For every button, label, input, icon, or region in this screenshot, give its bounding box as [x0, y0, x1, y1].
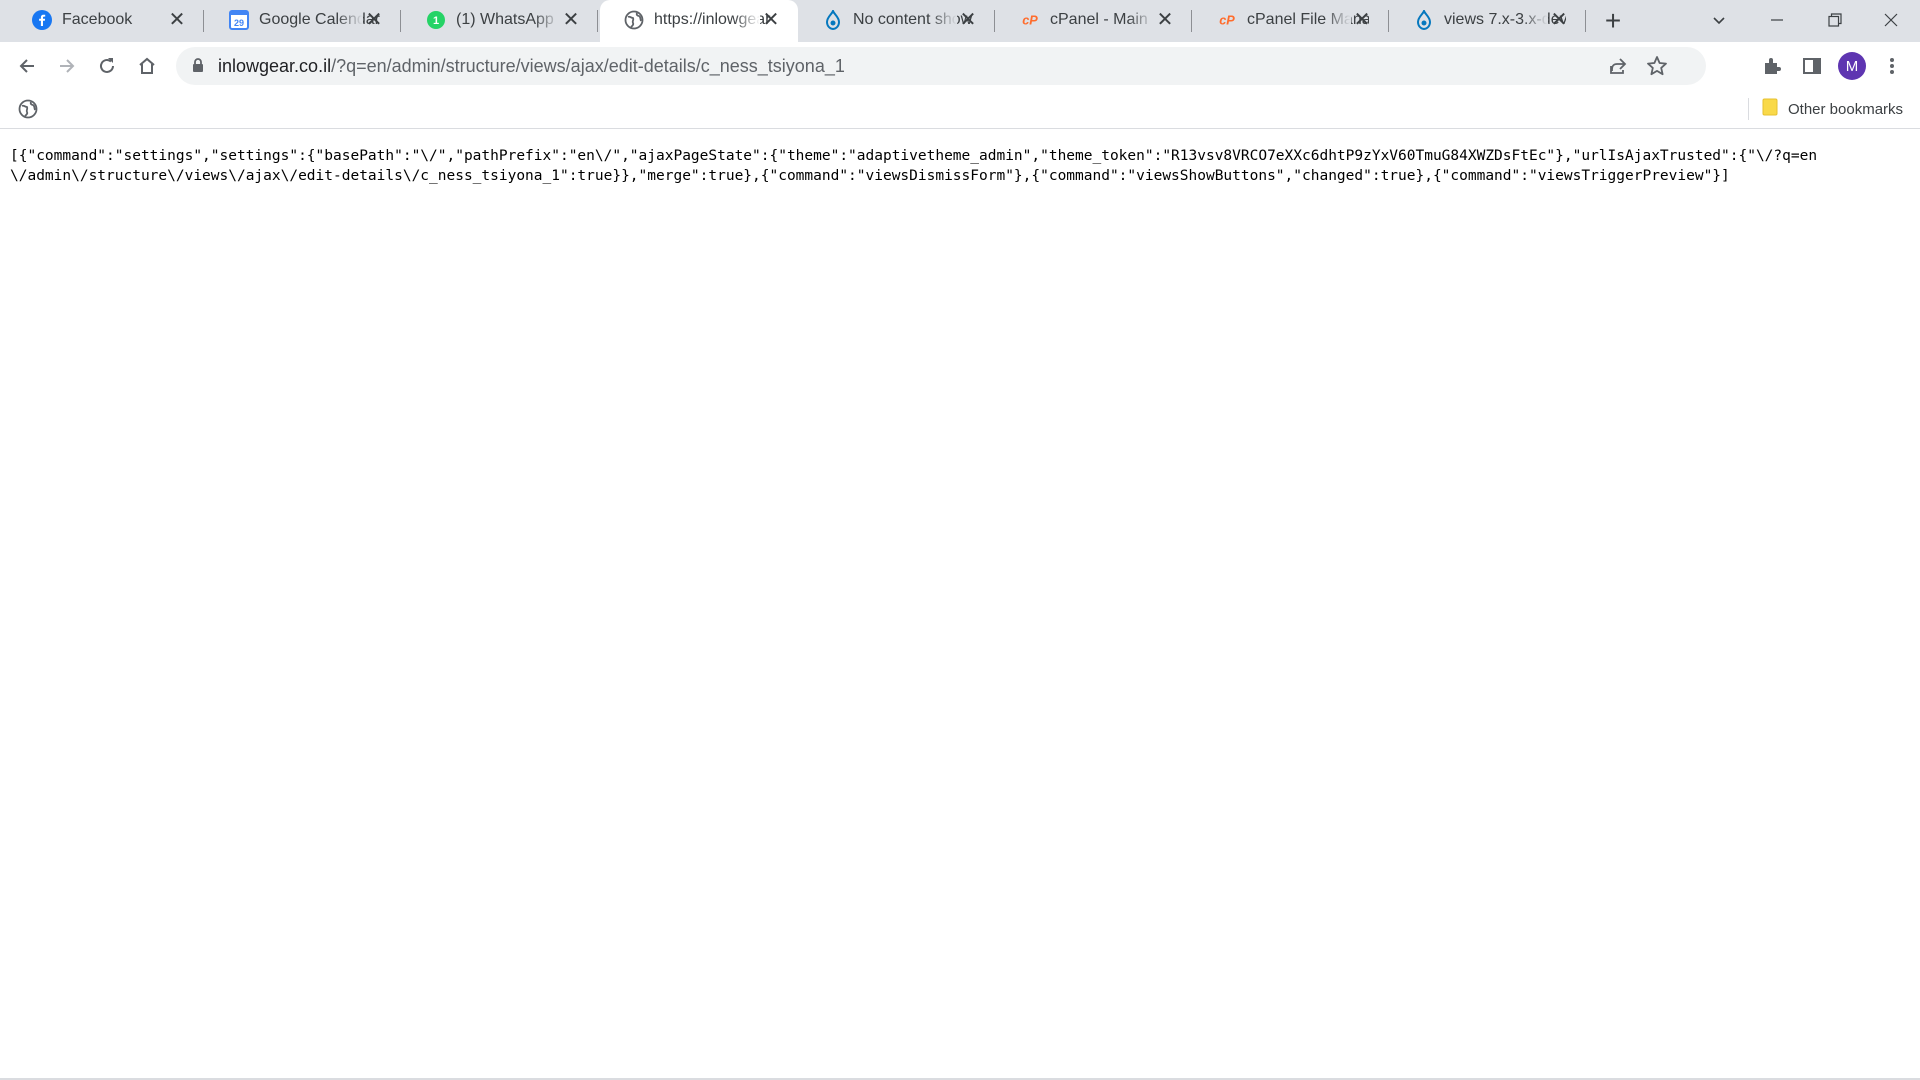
tab-views-dev[interactable]: views 7.x-3.x-dev ✕	[1390, 0, 1586, 42]
tab-search-icon[interactable]	[1690, 0, 1748, 40]
close-tab-icon[interactable]: ✕	[166, 9, 188, 31]
toolbar: inlowgear.co.il/?q=en/admin/structure/vi…	[0, 42, 1920, 90]
tab-inlowgear-active[interactable]: https://inlowgear ✕	[600, 0, 798, 42]
whatsapp-icon: 1	[426, 10, 446, 30]
address-bar[interactable]: inlowgear.co.il/?q=en/admin/structure/vi…	[176, 47, 1706, 85]
extensions-icon[interactable]	[1756, 50, 1788, 82]
url-domain: inlowgear.co.il	[218, 56, 332, 76]
close-tab-icon[interactable]: ✕	[1548, 9, 1570, 31]
avatar[interactable]: M	[1836, 50, 1868, 82]
close-tab-icon[interactable]: ✕	[760, 9, 782, 31]
url-text: inlowgear.co.il/?q=en/admin/structure/vi…	[218, 56, 845, 77]
restore-icon[interactable]	[1806, 0, 1864, 40]
reload-icon[interactable]	[91, 50, 123, 82]
tab-strip: Facebook ✕ 29 Google Calendar ✕ 1 (1) Wh…	[0, 0, 1920, 42]
home-icon[interactable]	[131, 50, 163, 82]
svg-text:29: 29	[234, 18, 244, 28]
svg-text:cP: cP	[1022, 13, 1038, 28]
close-window-icon[interactable]	[1862, 0, 1920, 40]
tab-facebook[interactable]: Facebook ✕	[8, 0, 204, 42]
drupal-icon	[1414, 10, 1434, 30]
google-calendar-icon: 29	[229, 10, 249, 30]
tab-no-content[interactable]: No content show ✕	[799, 0, 995, 42]
facebook-icon	[32, 10, 52, 30]
json-response-text: [{"command":"settings","settings":{"base…	[10, 148, 1818, 184]
url-path: /?q=en/admin/structure/views/ajax/edit-d…	[331, 56, 845, 76]
back-icon[interactable]	[11, 50, 43, 82]
svg-text:1: 1	[433, 15, 439, 27]
close-tab-icon[interactable]: ✕	[1154, 9, 1176, 31]
apps-globe-icon[interactable]	[18, 99, 38, 124]
cpanel-icon: cP	[1217, 10, 1237, 30]
bookmarks-bar: Other bookmarks	[0, 90, 1920, 129]
other-bookmarks-button[interactable]: Other bookmarks	[1762, 96, 1903, 122]
menu-kebab-icon[interactable]	[1876, 50, 1908, 82]
tab-cpanel-file-manager[interactable]: cP cPanel File Manag ✕	[1193, 0, 1389, 42]
svg-text:cP: cP	[1219, 13, 1235, 28]
side-panel-icon[interactable]	[1796, 50, 1828, 82]
close-tab-icon[interactable]: ✕	[560, 9, 582, 31]
cpanel-icon: cP	[1020, 10, 1040, 30]
new-tab-button[interactable]: +	[1598, 6, 1628, 36]
folder-icon	[1762, 98, 1778, 121]
svg-text:M: M	[1846, 58, 1859, 75]
share-icon[interactable]	[1608, 56, 1628, 81]
lock-icon[interactable]	[191, 57, 205, 78]
tab-google-calendar[interactable]: 29 Google Calendar ✕	[205, 0, 401, 42]
other-bookmarks-label: Other bookmarks	[1788, 100, 1904, 118]
tab-whatsapp[interactable]: 1 (1) WhatsApp ✕	[402, 0, 598, 42]
tab-cpanel-main[interactable]: cP cPanel - Main ✕	[996, 0, 1192, 42]
close-tab-icon[interactable]: ✕	[1351, 9, 1373, 31]
minimize-icon[interactable]	[1748, 0, 1806, 40]
close-tab-icon[interactable]: ✕	[363, 9, 385, 31]
bookmark-star-icon[interactable]	[1646, 55, 1668, 82]
forward-icon[interactable]	[51, 50, 83, 82]
drupal-icon	[823, 10, 843, 30]
close-tab-icon[interactable]: ✕	[957, 9, 979, 31]
globe-icon	[624, 10, 644, 30]
